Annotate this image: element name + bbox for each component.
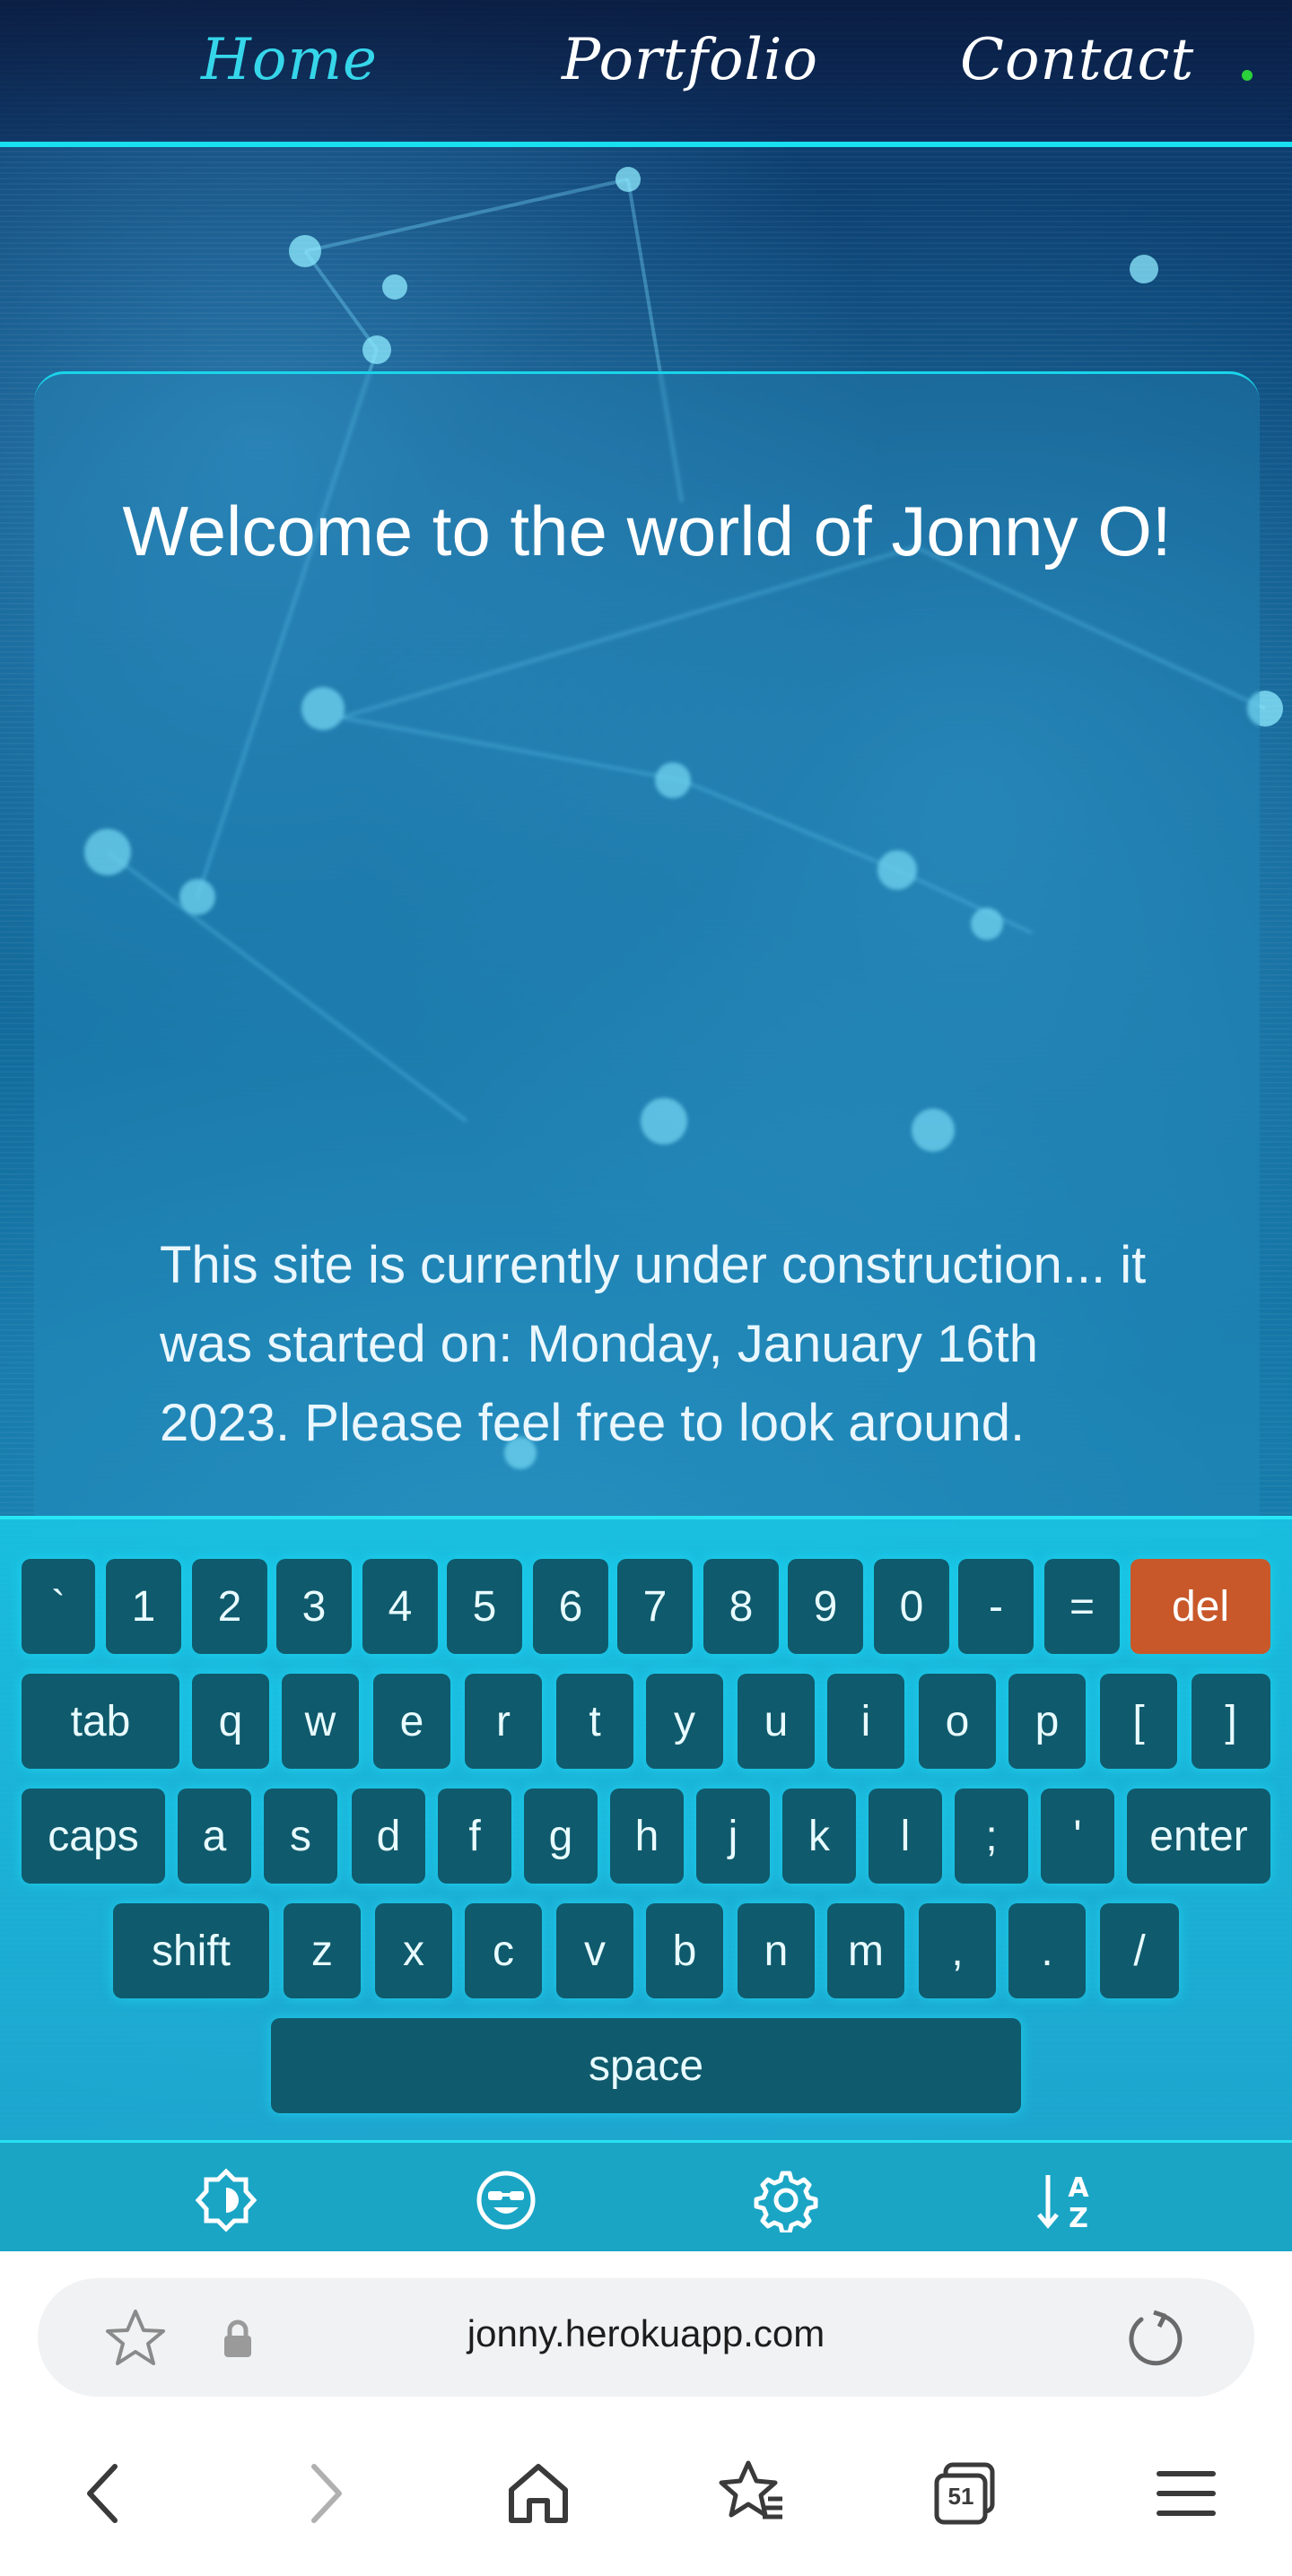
key-backtick[interactable]: ` xyxy=(22,1559,95,1654)
key-tab[interactable]: tab xyxy=(22,1674,179,1769)
key-d[interactable]: d xyxy=(352,1788,425,1884)
key-f[interactable]: f xyxy=(438,1788,511,1884)
key-n[interactable]: n xyxy=(738,1903,815,1998)
emoji-icon[interactable] xyxy=(474,2168,538,2232)
key-enter[interactable]: enter xyxy=(1127,1788,1270,1884)
key-1[interactable]: 1 xyxy=(106,1559,181,1654)
key-delete[interactable]: del xyxy=(1130,1559,1270,1654)
key-quote[interactable]: ' xyxy=(1041,1788,1114,1884)
welcome-heading: Welcome to the world of Jonny O! xyxy=(122,492,1172,570)
key-shift[interactable]: shift xyxy=(113,1903,269,1998)
key-7[interactable]: 7 xyxy=(617,1559,693,1654)
key-v[interactable]: v xyxy=(556,1903,633,1998)
browser-url-area: jonny.herokuapp.com xyxy=(0,2251,1292,2407)
url-bar[interactable]: jonny.herokuapp.com xyxy=(38,2278,1254,2397)
svg-text:A: A xyxy=(1068,2172,1089,2204)
key-z[interactable]: z xyxy=(284,1903,361,1998)
key-semicolon[interactable]: ; xyxy=(955,1788,1028,1884)
key-x[interactable]: x xyxy=(375,1903,452,1998)
key-u[interactable]: u xyxy=(738,1674,815,1769)
key-q[interactable]: q xyxy=(192,1674,269,1769)
key-y[interactable]: y xyxy=(646,1674,723,1769)
key-comma[interactable]: , xyxy=(919,1903,996,1998)
tab-count: 51 xyxy=(947,2483,974,2510)
key-8[interactable]: 8 xyxy=(703,1559,779,1654)
key-3[interactable]: 3 xyxy=(276,1559,352,1654)
key-left-bracket[interactable]: [ xyxy=(1100,1674,1177,1769)
key-t[interactable]: t xyxy=(556,1674,633,1769)
onscreen-keyboard: ` 1 2 3 4 5 6 7 8 9 0 - = del tab q w e … xyxy=(0,1516,1292,2140)
key-9[interactable]: 9 xyxy=(788,1559,863,1654)
browser-bottom-nav: 51 xyxy=(0,2407,1292,2576)
home-icon[interactable] xyxy=(502,2458,574,2529)
key-m[interactable]: m xyxy=(827,1903,904,1998)
key-h[interactable]: h xyxy=(610,1788,684,1884)
key-equals[interactable]: = xyxy=(1044,1559,1120,1654)
key-s[interactable]: s xyxy=(264,1788,337,1884)
key-minus[interactable]: - xyxy=(958,1559,1034,1654)
key-period[interactable]: . xyxy=(1008,1903,1086,1998)
settings-icon[interactable] xyxy=(754,2168,818,2232)
key-4[interactable]: 4 xyxy=(362,1559,438,1654)
reload-icon[interactable] xyxy=(1125,2309,1184,2368)
status-dot xyxy=(1242,70,1253,81)
sort-az-icon[interactable]: A Z xyxy=(1034,2168,1098,2232)
forward-icon[interactable] xyxy=(289,2458,361,2529)
welcome-body-text: This site is currently under constructio… xyxy=(160,1236,1147,1452)
menu-icon[interactable] xyxy=(1150,2458,1222,2529)
key-c[interactable]: c xyxy=(465,1903,542,1998)
key-slash[interactable]: / xyxy=(1100,1903,1179,1998)
key-e[interactable]: e xyxy=(373,1674,450,1769)
nav-contact-link[interactable]: Contact xyxy=(960,27,1194,93)
back-icon[interactable] xyxy=(68,2458,140,2529)
key-right-bracket[interactable]: ] xyxy=(1192,1674,1270,1769)
key-a[interactable]: a xyxy=(178,1788,251,1884)
key-r[interactable]: r xyxy=(465,1674,542,1769)
welcome-card: Welcome to the world of Jonny O! This si… xyxy=(34,371,1260,1537)
key-o[interactable]: o xyxy=(919,1674,996,1769)
key-caps[interactable]: caps xyxy=(22,1788,165,1884)
key-j[interactable]: j xyxy=(696,1788,770,1884)
key-space[interactable]: space xyxy=(271,2018,1021,2113)
top-nav: Home Portfolio Contact xyxy=(0,0,1292,147)
key-l[interactable]: l xyxy=(869,1788,942,1884)
key-6[interactable]: 6 xyxy=(533,1559,608,1654)
brightness-icon[interactable] xyxy=(194,2168,258,2232)
bookmarks-icon[interactable] xyxy=(716,2458,788,2529)
tabs-button[interactable]: 51 xyxy=(930,2458,1001,2529)
key-w[interactable]: w xyxy=(282,1674,359,1769)
key-0[interactable]: 0 xyxy=(874,1559,949,1654)
key-5[interactable]: 5 xyxy=(447,1559,522,1654)
nav-home-link[interactable]: Home xyxy=(201,27,378,93)
key-2[interactable]: 2 xyxy=(192,1559,267,1654)
nav-portfolio-link[interactable]: Portfolio xyxy=(562,27,818,93)
key-i[interactable]: i xyxy=(827,1674,904,1769)
svg-text:Z: Z xyxy=(1069,2203,1088,2232)
key-g[interactable]: g xyxy=(524,1788,598,1884)
key-b[interactable]: b xyxy=(646,1903,723,1998)
keyboard-toolbar: A Z xyxy=(0,2140,1292,2251)
key-k[interactable]: k xyxy=(782,1788,856,1884)
url-text: jonny.herokuapp.com xyxy=(467,2312,825,2354)
key-p[interactable]: p xyxy=(1008,1674,1086,1769)
